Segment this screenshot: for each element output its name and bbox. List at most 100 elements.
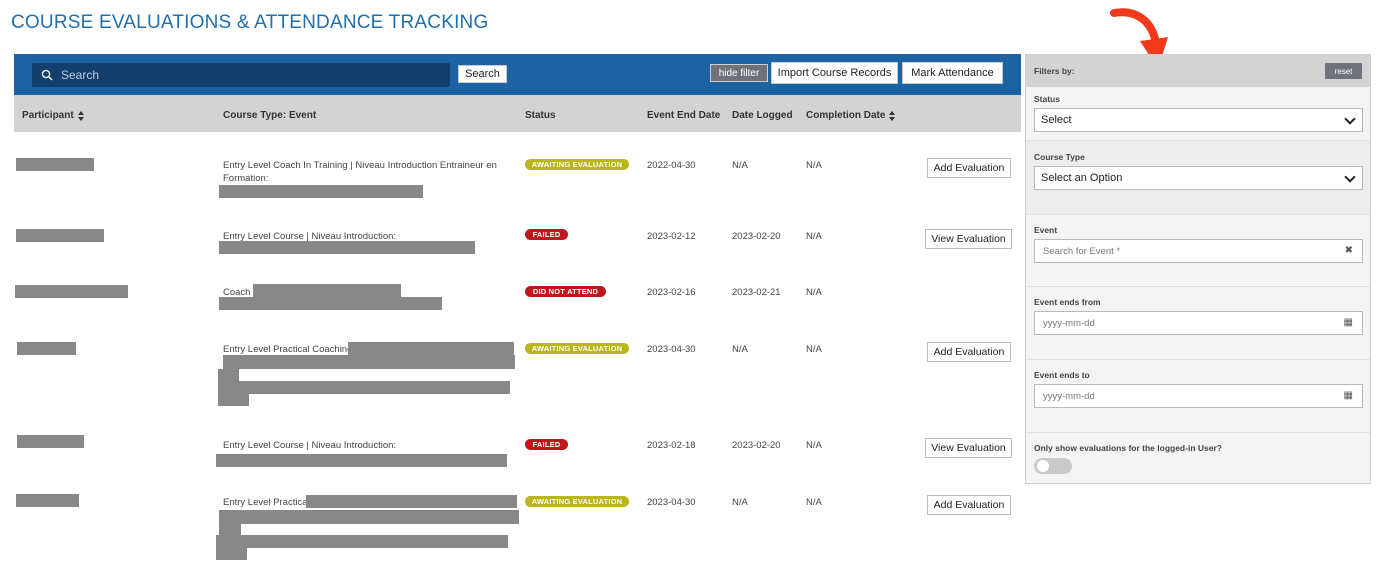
redacted-event xyxy=(348,342,514,355)
table-header: Participant Course Type: Event Status Ev… xyxy=(14,95,1021,132)
completion-cell: N/A xyxy=(806,344,822,355)
search-button[interactable]: Search xyxy=(458,65,507,83)
ends-from-placeholder: yyyy-mm-dd xyxy=(1043,317,1095,329)
close-icon[interactable]: ✖ xyxy=(1345,245,1353,256)
redacted-event xyxy=(218,394,249,406)
event-filter-section: Event Search for Event * ✖ xyxy=(1026,215,1370,287)
header-participant-label: Participant xyxy=(22,110,74,121)
event-label: Event xyxy=(1034,225,1058,235)
filter-title: Filters by: xyxy=(1034,66,1075,76)
redacted-event xyxy=(306,495,517,508)
redacted-event xyxy=(216,454,507,467)
course-text: Entry Level Course | Niveau Introduction… xyxy=(223,440,397,451)
course-cell: Entry Level Coach In Training | Niveau I… xyxy=(223,159,513,185)
header-status-label: Status xyxy=(525,110,556,121)
page-title: COURSE EVALUATIONS & ATTENDANCE TRACKING xyxy=(11,12,489,33)
logged-in-filter-section: Only show evaluations for the logged-in … xyxy=(1026,433,1370,484)
redacted-event xyxy=(219,297,442,310)
course-type-select[interactable]: Select an Option xyxy=(1034,166,1363,190)
header-date-logged: Date Logged xyxy=(732,110,793,121)
ends-from-filter-section: Event ends from yyyy-mm-dd ▦ xyxy=(1026,287,1370,360)
chevron-down-icon xyxy=(1344,113,1356,125)
end-date-cell: 2023-04-30 xyxy=(647,344,696,355)
status-badge: FAILED xyxy=(525,439,568,450)
ends-to-date-input[interactable]: yyyy-mm-dd ▦ xyxy=(1034,384,1363,408)
end-date-cell: 2023-04-30 xyxy=(647,497,696,508)
status-select-value: Select xyxy=(1041,114,1072,126)
logged-in-toggle[interactable] xyxy=(1034,458,1072,474)
search-icon xyxy=(41,69,53,81)
completion-cell: N/A xyxy=(806,440,822,451)
course-type-label: Course Type xyxy=(1034,152,1085,162)
event-search-input[interactable]: Search for Event * ✖ xyxy=(1034,239,1363,263)
reset-button[interactable]: reset xyxy=(1325,63,1362,79)
calendar-icon[interactable]: ▦ xyxy=(1344,390,1353,401)
add-evaluation-button[interactable]: Add Evaluation xyxy=(927,342,1011,362)
redacted-event xyxy=(218,381,510,394)
ends-to-placeholder: yyyy-mm-dd xyxy=(1043,390,1095,402)
ends-from-date-input[interactable]: yyyy-mm-dd ▦ xyxy=(1034,311,1363,335)
mark-attendance-button[interactable]: Mark Attendance xyxy=(902,62,1003,84)
sort-icon[interactable] xyxy=(77,110,85,121)
header-participant[interactable]: Participant xyxy=(22,110,85,121)
redacted-participant xyxy=(17,342,76,355)
course-type-filter-section: Course Type Select an Option xyxy=(1026,141,1370,215)
search-input[interactable] xyxy=(61,68,441,82)
redacted-event xyxy=(219,241,475,254)
filter-header: Filters by: reset xyxy=(1026,55,1370,87)
end-date-cell: 2023-02-18 xyxy=(647,440,696,451)
completion-cell: N/A xyxy=(806,231,822,242)
course-type-select-value: Select an Option xyxy=(1041,172,1123,184)
header-end-date-label: Event End Date xyxy=(647,110,721,121)
redacted-event xyxy=(219,510,519,524)
status-badge: AWAITING EVALUATION xyxy=(525,343,629,354)
header-completion[interactable]: Completion Date xyxy=(806,110,896,121)
sort-icon[interactable] xyxy=(889,110,896,121)
header-completion-label: Completion Date xyxy=(806,110,886,121)
chevron-down-icon xyxy=(1344,171,1356,183)
redacted-event xyxy=(216,548,247,560)
redacted-event xyxy=(216,535,508,548)
hide-filter-button[interactable]: hide filter xyxy=(710,64,768,82)
add-evaluation-button[interactable]: Add Evaluation xyxy=(927,495,1011,515)
redacted-participant xyxy=(16,158,94,171)
status-badge: AWAITING EVALUATION xyxy=(525,159,629,170)
toolbar: Search hide filter Import Course Records… xyxy=(14,54,1021,95)
redacted-event xyxy=(219,524,241,535)
course-text: Formation: xyxy=(223,173,269,184)
calendar-icon[interactable]: ▦ xyxy=(1344,317,1353,328)
status-badge: FAILED xyxy=(525,229,568,240)
completion-cell: N/A xyxy=(806,497,822,508)
ends-from-label: Event ends from xyxy=(1034,297,1101,307)
status-select[interactable]: Select xyxy=(1034,108,1363,132)
date-logged-cell: 2023-02-20 xyxy=(732,231,781,242)
status-label: Status xyxy=(1034,94,1060,104)
status-badge: DID NOT ATTEND xyxy=(525,286,606,297)
end-date-cell: 2023-02-16 xyxy=(647,287,696,298)
header-status: Status xyxy=(525,110,556,121)
header-course-label: Course Type: Event xyxy=(223,110,317,121)
ends-to-filter-section: Event ends to yyyy-mm-dd ▦ xyxy=(1026,360,1370,433)
date-logged-cell: 2023-02-21 xyxy=(732,287,781,298)
view-evaluation-button[interactable]: View Evaluation xyxy=(925,229,1012,249)
header-date-logged-label: Date Logged xyxy=(732,110,793,121)
event-placeholder: Search for Event * xyxy=(1043,245,1121,257)
ends-to-label: Event ends to xyxy=(1034,370,1090,380)
status-badge: AWAITING EVALUATION xyxy=(525,496,629,507)
course-text: Entry Level Coach In Training | Niveau I… xyxy=(223,160,497,171)
redacted-event xyxy=(253,284,401,297)
filter-panel: Filters by: reset Status Select Course T… xyxy=(1025,54,1371,484)
completion-cell: N/A xyxy=(806,287,822,298)
view-evaluation-button[interactable]: View Evaluation xyxy=(925,438,1012,458)
redacted-event xyxy=(218,369,239,381)
toggle-knob xyxy=(1037,460,1049,472)
redacted-event xyxy=(223,355,515,369)
search-box[interactable] xyxy=(32,63,450,87)
date-logged-cell: N/A xyxy=(732,344,748,355)
end-date-cell: 2022-04-30 xyxy=(647,160,696,171)
redacted-participant xyxy=(16,229,104,242)
date-logged-cell: N/A xyxy=(732,497,748,508)
add-evaluation-button[interactable]: Add Evaluation xyxy=(927,158,1011,178)
import-course-records-button[interactable]: Import Course Records xyxy=(771,62,898,84)
status-filter-section: Status Select xyxy=(1026,87,1370,141)
